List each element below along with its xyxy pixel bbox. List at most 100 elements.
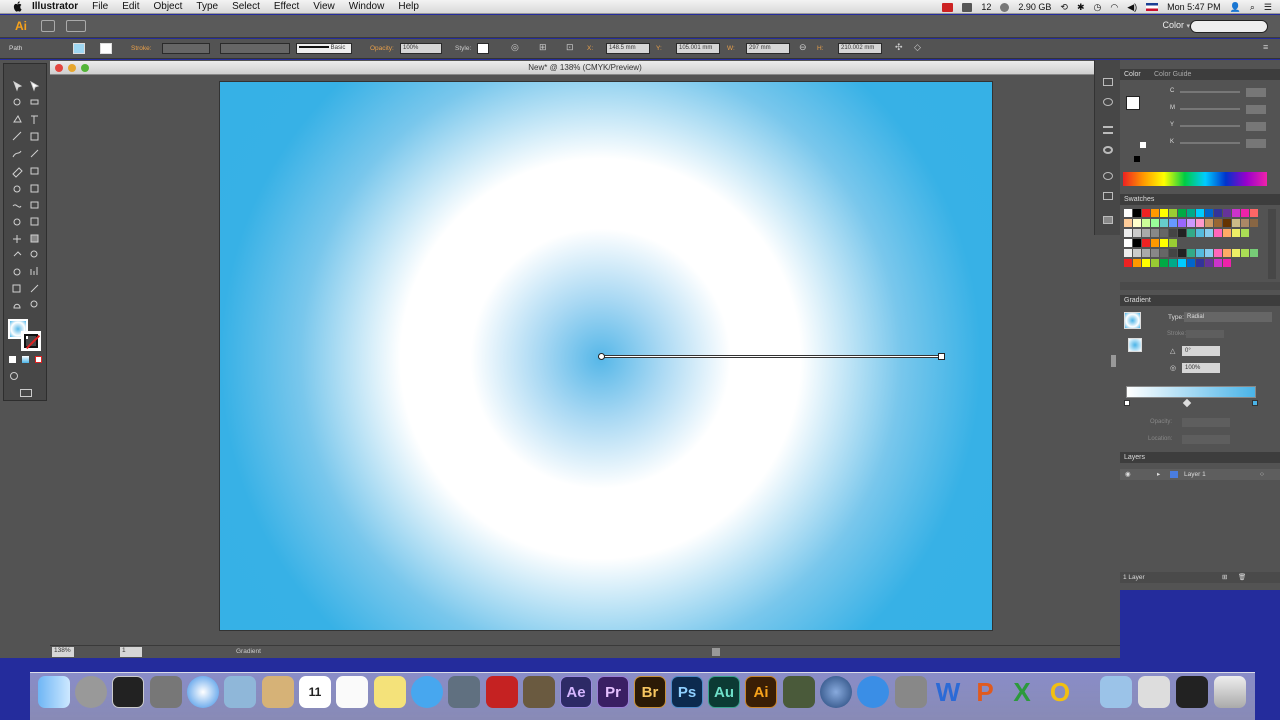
bridge-app-icon[interactable]: Br [634,676,666,708]
constrain-icon[interactable]: ⊖ [799,42,807,53]
layer-row[interactable]: ◉ ▸ Layer 1 ○ [1120,469,1280,480]
color-swatch[interactable] [1142,219,1150,227]
menu-help[interactable]: Help [398,1,419,12]
menu-view[interactable]: View [313,1,335,12]
current-tool-status[interactable]: Gradient [236,648,261,655]
style-swatch[interactable] [477,43,489,54]
color-swatch[interactable] [1223,259,1231,267]
color-swatch[interactable] [1142,259,1150,267]
gradient-midpoint[interactable] [1182,398,1192,408]
search-field[interactable] [1190,20,1268,33]
color-swatch[interactable] [1133,209,1141,217]
color-swatch[interactable] [1205,209,1213,217]
color-swatch[interactable] [1160,249,1168,257]
gradient-stop-right[interactable] [1252,400,1258,406]
bridge-icon[interactable] [41,20,55,32]
minimize-window-button[interactable] [68,64,76,72]
color-swatch[interactable] [1205,249,1213,257]
isolate-icon[interactable]: ◇ [914,42,921,53]
color-swatch[interactable] [1133,219,1141,227]
calendar-icon[interactable]: 11 [299,676,331,708]
color-guide-tab[interactable]: Color Guide [1154,69,1191,80]
color-swatch[interactable] [1187,259,1195,267]
stroke-label[interactable]: Stroke: [131,45,152,52]
color-swatch[interactable] [1214,229,1222,237]
color-swatch[interactable] [1223,249,1231,257]
color-fill-stroke-icon[interactable] [1126,96,1140,110]
color-swatch[interactable] [1142,249,1150,257]
volume-icon[interactable]: ◀) [1127,2,1137,13]
stroke-color-icon[interactable] [21,331,41,351]
messages-icon[interactable] [411,676,443,708]
color-swatch[interactable] [1232,209,1240,217]
color-swatch[interactable] [1124,209,1132,217]
aspect-ratio-field[interactable]: 100% [1182,363,1220,373]
sync-icon[interactable]: ⟲ [1060,2,1068,13]
layer-target-icon[interactable]: ○ [1260,469,1264,480]
word-icon[interactable]: W [932,676,964,708]
color-swatch[interactable] [1169,239,1177,247]
zoom-window-button[interactable] [81,64,89,72]
color-swatch[interactable] [1124,219,1132,227]
color-swatch[interactable] [1178,249,1186,257]
itunes-icon[interactable] [820,676,852,708]
gradient-thumbnail[interactable] [1124,312,1141,329]
color-swatch[interactable] [1160,209,1168,217]
color-swatch[interactable] [1151,259,1159,267]
color-swatch[interactable] [1169,219,1177,227]
y-label[interactable]: Y: [656,45,662,52]
powerpoint-icon[interactable]: P [969,676,1001,708]
color-swatch[interactable] [1160,239,1168,247]
apple-icon[interactable] [12,1,24,13]
brush-definition-field[interactable]: Basic [296,43,352,54]
terminal-stack-icon[interactable] [1176,676,1208,708]
preview-icon[interactable] [224,676,256,708]
artboard-number-field[interactable]: 1 [120,647,142,657]
color-swatch[interactable] [1214,259,1222,267]
appearance-panel-icon[interactable] [1103,172,1113,180]
black-slider[interactable] [1180,142,1240,144]
color-swatch[interactable] [1250,209,1258,217]
color-swatch[interactable] [1160,229,1168,237]
outlook-icon[interactable]: O [1044,676,1076,708]
height-field[interactable]: 210.002 mm [838,43,882,54]
color-swatch[interactable] [1169,259,1177,267]
color-swatch[interactable] [1133,239,1141,247]
color-swatch[interactable] [1214,209,1222,217]
cyan-field[interactable] [1246,88,1266,97]
color-swatch[interactable] [1205,229,1213,237]
white-swatch[interactable] [1140,142,1146,148]
after-effects-icon[interactable]: Ae [560,676,592,708]
color-swatch[interactable] [1196,219,1204,227]
color-swatch[interactable] [1178,259,1186,267]
memory-icon[interactable] [1000,2,1010,12]
documents-folder-icon[interactable] [1100,676,1132,708]
premiere-icon[interactable]: Pr [597,676,629,708]
color-swatch[interactable] [1187,209,1195,217]
black-field[interactable] [1246,139,1266,148]
menu-edit[interactable]: Edit [122,1,139,12]
trash-icon[interactable] [1214,676,1246,708]
transform-reference-icon[interactable]: ⊡ [566,42,574,53]
color-swatch[interactable] [1214,249,1222,257]
gradient-fill-stroke-icon[interactable] [1128,338,1142,352]
system-utility-icon[interactable] [150,676,182,708]
color-swatch[interactable] [1169,229,1177,237]
scroll-thumb[interactable] [1111,355,1116,367]
y-field[interactable]: 105.001 mm [676,43,720,54]
artboards-panel-icon[interactable] [1103,78,1113,86]
workspace-switcher[interactable]: Color [1162,20,1184,30]
horizontal-scroll-thumb[interactable] [712,648,720,656]
color-swatch[interactable] [1151,239,1159,247]
menu-type[interactable]: Type [196,1,218,12]
color-swatch[interactable] [1187,219,1195,227]
gradient-annotator-bar[interactable] [602,355,942,358]
color-swatch[interactable] [1133,249,1141,257]
color-swatch[interactable] [1196,209,1204,217]
excel-icon[interactable]: X [1006,676,1038,708]
color-swatch[interactable] [1142,209,1150,217]
h-label[interactable]: H: [817,45,824,52]
notifications-icon[interactable]: ☰ [1264,2,1272,13]
color-swatch[interactable] [1196,229,1204,237]
color-swatch[interactable] [1169,249,1177,257]
